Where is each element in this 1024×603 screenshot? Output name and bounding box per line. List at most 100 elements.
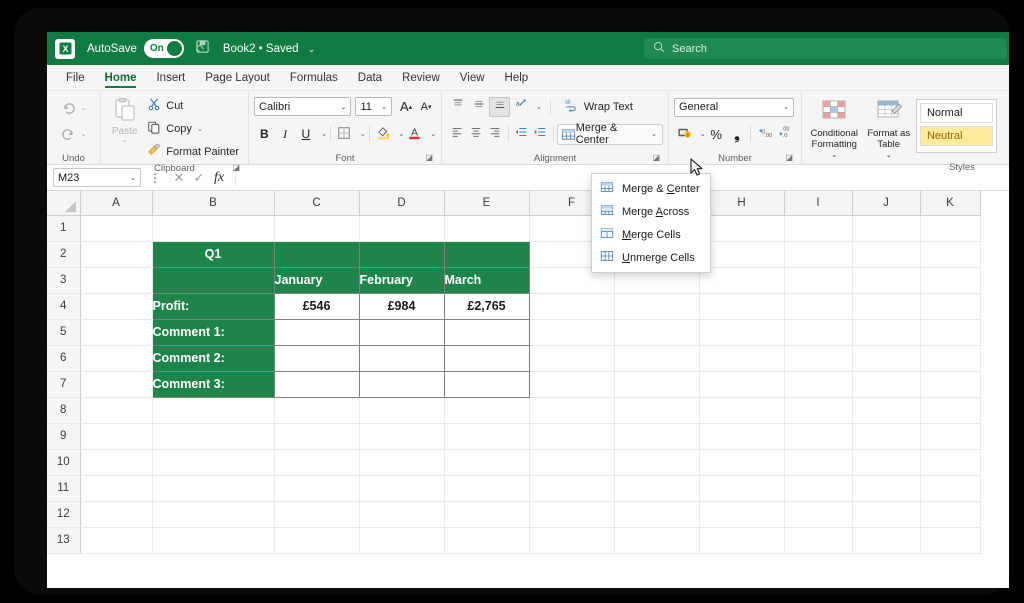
tab-data[interactable]: Data [349, 69, 391, 87]
cell-b5-row-label-comment-1[interactable]: Comment 1: [151, 319, 275, 346]
menu-item-merge-across[interactable]: Merge Across [592, 200, 710, 223]
align-right-button[interactable] [485, 124, 504, 144]
conditional-formatting-button[interactable]: Conditional Formatting ⌄ [807, 97, 861, 161]
cell-b6-row-label-comment-2[interactable]: Comment 2: [151, 345, 275, 372]
tab-insert[interactable]: Insert [147, 69, 194, 87]
decrease-indent-button[interactable] [511, 124, 530, 144]
row-header-2[interactable]: 2 [47, 241, 81, 268]
cell-h4[interactable] [699, 293, 785, 320]
cell-f8[interactable] [529, 397, 615, 424]
cell-d12[interactable] [359, 501, 445, 528]
cell-j2[interactable] [852, 241, 921, 268]
cell-k6[interactable] [920, 345, 981, 372]
cell-h2[interactable] [699, 241, 785, 268]
cell-k13[interactable] [920, 527, 981, 554]
cell-f11[interactable] [529, 475, 615, 502]
cell-h11[interactable] [699, 475, 785, 502]
cell-b11[interactable] [152, 475, 275, 502]
cell-d10[interactable] [359, 449, 445, 476]
cell-h10[interactable] [699, 449, 785, 476]
cell-b12[interactable] [152, 501, 275, 528]
font-size-combo[interactable]: 11 ⌄ [355, 97, 393, 116]
cell-c12[interactable] [274, 501, 360, 528]
row-header-12[interactable]: 12 [47, 501, 81, 528]
cell-g10[interactable] [614, 449, 700, 476]
cell-g12[interactable] [614, 501, 700, 528]
search-input[interactable]: Search [644, 38, 1007, 59]
cell-a5[interactable] [80, 319, 153, 346]
row-header-5[interactable]: 5 [47, 319, 81, 346]
cell-g5[interactable] [614, 319, 700, 346]
cell-c5[interactable] [273, 318, 360, 346]
cell-c4-profit-january[interactable]: £546 [273, 292, 360, 320]
cell-d6[interactable] [358, 344, 445, 372]
cell-i12[interactable] [784, 501, 853, 528]
cell-e5[interactable] [443, 318, 530, 346]
cell-b10[interactable] [152, 449, 275, 476]
cell-j11[interactable] [852, 475, 921, 502]
cell-a13[interactable] [80, 527, 153, 554]
cell-f6[interactable] [529, 345, 615, 372]
paste-button[interactable]: Paste ⌄ [106, 95, 143, 162]
tab-page-layout[interactable]: Page Layout [196, 69, 279, 87]
row-header-11[interactable]: 11 [47, 475, 81, 502]
cell-g13[interactable] [614, 527, 700, 554]
cell-i5[interactable] [784, 319, 853, 346]
column-header-d[interactable]: D [359, 191, 445, 216]
shrink-font-button[interactable]: A ▾ [416, 96, 436, 117]
cell-b4-row-label-profit[interactable]: Profit: [151, 293, 275, 320]
cell-e4-profit-march[interactable]: £2,765 [443, 292, 530, 320]
cell-i13[interactable] [784, 527, 853, 554]
cell-f9[interactable] [529, 423, 615, 450]
percent-style-button[interactable]: % [706, 124, 727, 145]
save-refresh-icon[interactable] [195, 39, 210, 59]
select-all-corner[interactable] [47, 191, 81, 216]
chevron-down-icon[interactable]: ⌄ [197, 125, 203, 133]
cell-f5[interactable] [529, 319, 615, 346]
cell-e8[interactable] [444, 397, 530, 424]
cell-d5[interactable] [358, 318, 445, 346]
cell-c6[interactable] [273, 344, 360, 372]
borders-button[interactable] [334, 124, 355, 145]
cell-c2[interactable] [274, 241, 360, 268]
row-header-9[interactable]: 9 [47, 423, 81, 450]
cell-h6[interactable] [699, 345, 785, 372]
cell-e3-month-march[interactable]: March [444, 267, 530, 294]
increase-indent-button[interactable] [531, 124, 550, 144]
underline-button[interactable]: U [296, 124, 317, 145]
cell-b2-quarter-label[interactable]: Q1 [151, 241, 275, 268]
dialog-launcher-icon[interactable]: ◪ [785, 151, 793, 164]
chevron-down-icon[interactable]: ⌄ [360, 130, 366, 138]
cell-k8[interactable] [920, 397, 981, 424]
cell-k2[interactable] [920, 241, 981, 268]
column-header-b[interactable]: B [152, 191, 275, 216]
row-header-10[interactable]: 10 [47, 449, 81, 476]
cell-b8[interactable] [152, 397, 275, 424]
cell-j5[interactable] [852, 319, 921, 346]
cell-d2[interactable] [359, 241, 445, 268]
cell-a3[interactable] [80, 267, 153, 294]
row-header-3[interactable]: 3 [47, 267, 81, 294]
cell-e13[interactable] [444, 527, 530, 554]
cell-e6[interactable] [443, 344, 530, 372]
cell-c9[interactable] [274, 423, 360, 450]
cell-k5[interactable] [920, 319, 981, 346]
cell-k9[interactable] [920, 423, 981, 450]
column-header-h[interactable]: H [699, 191, 785, 216]
menu-item-merge-cells[interactable]: Merge Cells [592, 223, 710, 246]
chevron-down-icon[interactable]: ⌄ [536, 103, 542, 111]
cell-h13[interactable] [699, 527, 785, 554]
comma-style-button[interactable]: ❟ [727, 124, 748, 145]
autosave-toggle[interactable]: On [143, 39, 184, 58]
cell-e7[interactable] [443, 370, 530, 398]
grow-font-button[interactable]: A ▴ [396, 96, 416, 117]
align-top-button[interactable] [447, 97, 468, 117]
cell-b9[interactable] [152, 423, 275, 450]
cell-i10[interactable] [784, 449, 853, 476]
cell-d7[interactable] [358, 370, 445, 398]
cell-d13[interactable] [359, 527, 445, 554]
cell-k12[interactable] [920, 501, 981, 528]
cell-h3[interactable] [699, 267, 785, 294]
redo-button[interactable]: ⌄ [52, 121, 95, 147]
merge-and-center-button[interactable]: Merge & Center ⌄ [556, 122, 663, 146]
